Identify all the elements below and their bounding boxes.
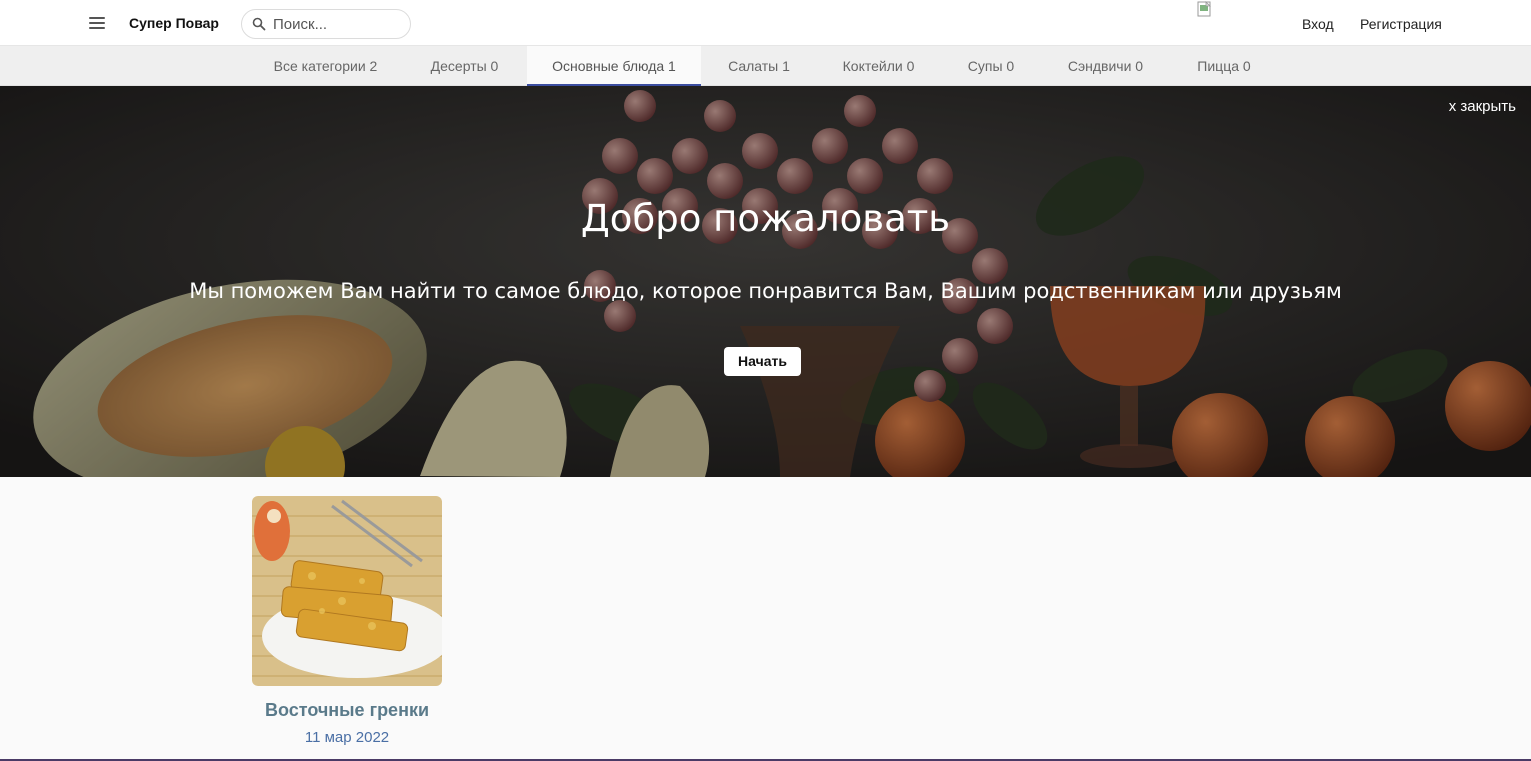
tab-salads[interactable]: Салаты 1 <box>701 46 817 86</box>
search-box[interactable] <box>241 9 411 39</box>
tab-main-dishes[interactable]: Основные блюда 1 <box>527 46 701 86</box>
tab-sandwiches[interactable]: Сэндвичи 0 <box>1042 46 1169 86</box>
login-link[interactable]: Вход <box>1302 16 1334 32</box>
category-tabs: Все категории 2 Десерты 0 Основные блюда… <box>0 46 1531 86</box>
hero-banner: x закрыть Добро пожаловать Мы поможем Ва… <box>0 86 1531 477</box>
tab-all-categories[interactable]: Все категории 2 <box>249 46 402 86</box>
recipe-title[interactable]: Восточные гренки <box>252 700 442 721</box>
hamburger-menu-icon[interactable] <box>86 13 108 33</box>
hero-close-button[interactable]: x закрыть <box>1449 98 1516 115</box>
broken-image-icon <box>1197 1 1211 17</box>
recipe-date: 11 мар 2022 <box>304 729 390 746</box>
brand-logo-text[interactable]: Супер Повар <box>129 15 219 31</box>
search-input[interactable] <box>273 13 403 35</box>
tab-desserts[interactable]: Десерты 0 <box>402 46 527 86</box>
tab-cocktails[interactable]: Коктейли 0 <box>817 46 940 86</box>
start-button[interactable]: Начать <box>724 347 801 376</box>
recipe-image[interactable] <box>252 496 442 686</box>
search-icon <box>252 17 266 31</box>
tab-pizza[interactable]: Пицца 0 <box>1169 46 1279 86</box>
hero-subtitle: Мы поможем Вам найти то самое блюдо, кот… <box>189 279 1342 303</box>
hero-title: Добро пожаловать <box>580 197 951 240</box>
recipe-photo <box>252 496 442 686</box>
top-header: Супер Повар Вход Регистрация <box>0 0 1531 46</box>
tab-soups[interactable]: Супы 0 <box>940 46 1042 86</box>
register-link[interactable]: Регистрация <box>1360 16 1442 32</box>
